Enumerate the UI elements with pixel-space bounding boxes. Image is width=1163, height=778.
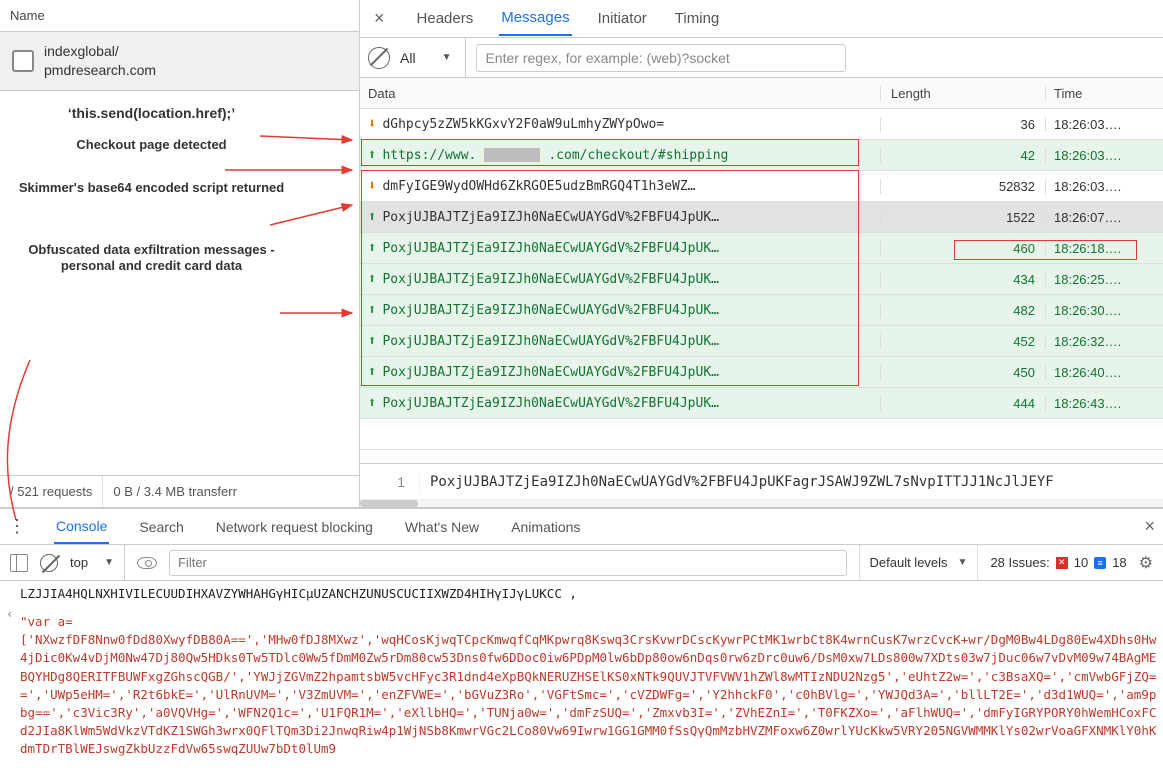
cell-time: 18:26:03…. <box>1045 148 1163 163</box>
drawer-close-icon[interactable]: × <box>1144 516 1155 537</box>
cell-length: 452 <box>880 334 1045 349</box>
messages-type-select[interactable]: All ▼ <box>400 38 466 77</box>
col-time[interactable]: Time <box>1045 86 1163 101</box>
cell-time: 18:26:03…. <box>1045 179 1163 194</box>
issues-errors: 10 <box>1074 555 1088 570</box>
request-label: indexglobal/ pmdresearch.com <box>44 42 156 80</box>
cell-length: 1522 <box>880 210 1045 225</box>
arrow-up-icon: ⬆ <box>368 303 376 317</box>
status-bar: / 521 requests 0 B / 3.4 MB transferr <box>0 475 359 507</box>
console-filter-input[interactable] <box>169 550 847 576</box>
log-level-select[interactable]: Default levels ▼ <box>859 545 979 580</box>
cell-length: 450 <box>880 365 1045 380</box>
drawer-tab-nrb[interactable]: Network request blocking <box>214 511 375 543</box>
arrow-up-icon: ⬆ <box>368 210 376 224</box>
annotation-4: Obfuscated data exfiltration messages - … <box>10 242 353 273</box>
table-row[interactable]: ⬆PoxjUJBAJTZjEa9IZJh0NaECwUAYGdV%2FBFU4J… <box>360 295 1163 326</box>
issues-label: 28 Issues: <box>990 555 1049 570</box>
cell-length: 36 <box>880 117 1045 132</box>
cell-length: 482 <box>880 303 1045 318</box>
cell-length: 444 <box>880 396 1045 411</box>
tab-initiator[interactable]: Initiator <box>596 2 649 35</box>
table-row[interactable]: ⬆PoxjUJBAJTZjEa9IZJh0NaECwUAYGdV%2FBFU4J… <box>360 357 1163 388</box>
console-body[interactable]: LZJJIA4HQLNXHIVILECUUDIHXAVZYWHAHGγHICμU… <box>0 581 1163 778</box>
table-row[interactable]: ⬇dmFyIGE9WydOWHd6ZkRGOE5udzBmRGQ4T1h3eWZ… <box>360 171 1163 202</box>
more-tools-icon[interactable]: ⋮ <box>8 516 26 537</box>
arrow-up-icon: ⬆ <box>368 148 376 162</box>
chevron-down-icon: ▼ <box>442 52 452 63</box>
cell-length: 460 <box>880 241 1045 256</box>
regex-filter-input[interactable] <box>476 44 846 72</box>
cell-time: 18:26:40…. <box>1045 365 1163 380</box>
console-code: "var a=['NXwzfDF8Nnw0fDd80XwyfDB80A==','… <box>20 613 1157 758</box>
cell-time: 18:26:03…. <box>1045 117 1163 132</box>
drawer-tab-search[interactable]: Search <box>137 511 185 543</box>
request-checkbox[interactable] <box>12 50 34 72</box>
table-row[interactable]: ⬆PoxjUJBAJTZjEa9IZJh0NaECwUAYGdV%2FBFU4J… <box>360 264 1163 295</box>
live-expression-icon[interactable] <box>137 557 157 569</box>
cell-time: 18:26:25…. <box>1045 272 1163 287</box>
name-column-header: Name <box>0 0 359 32</box>
console-sidebar-icon[interactable] <box>10 554 28 572</box>
cell-length: 42 <box>880 148 1045 163</box>
arrow-up-icon: ⬆ <box>368 365 376 379</box>
table-row[interactable]: ⬆PoxjUJBAJTZjEa9IZJh0NaECwUAYGdV%2FBFU4J… <box>360 388 1163 419</box>
detail-text: PoxjUJBAJTZjEa9IZJh0NaECwUAYGdV%2FBFU4Jp… <box>420 474 1163 490</box>
context-select[interactable]: top ▼ <box>70 545 125 580</box>
redacted-host <box>484 148 540 162</box>
arrow-down-icon: ⬇ <box>368 117 376 131</box>
table-row[interactable]: ⬆https://www..com/checkout/#shipping4218… <box>360 140 1163 171</box>
status-transfer: 0 B / 3.4 MB transferr <box>103 476 359 507</box>
issues-info: 18 <box>1112 555 1126 570</box>
annotation-2: Checkout page detected <box>10 137 353 153</box>
detail-line-number: 1 <box>360 474 420 490</box>
annotation-1: ‘this.send(location.href);’ <box>10 105 353 121</box>
table-row[interactable]: ⬇dGhpcy5zZW5kKGxvY2F0aW9uLmhyZWYpOwo=361… <box>360 109 1163 140</box>
request-row[interactable]: indexglobal/ pmdresearch.com <box>0 32 359 91</box>
arrow-up-icon: ⬆ <box>368 241 376 255</box>
gear-icon[interactable]: ⚙ <box>1139 553 1153 573</box>
col-data[interactable]: Data <box>360 86 880 101</box>
arrow-up-icon: ⬆ <box>368 272 376 286</box>
arrow-down-icon: ⬇ <box>368 179 376 193</box>
drawer-tab-console[interactable]: Console <box>54 510 109 544</box>
issues-counter[interactable]: 28 Issues: ✕ 10 ≡ 18 <box>990 555 1126 570</box>
horizontal-scrollbar[interactable] <box>360 499 1163 507</box>
tab-timing[interactable]: Timing <box>673 2 721 35</box>
info-badge-icon: ≡ <box>1094 557 1106 569</box>
status-requests: / 521 requests <box>0 476 103 507</box>
chevron-down-icon: ▼ <box>104 557 114 568</box>
close-icon[interactable]: × <box>368 8 391 29</box>
console-truncated-line: LZJJIA4HQLNXHIVILECUUDIHXAVZYWHAHGγHICμU… <box>20 585 1157 603</box>
levels-label: Default levels <box>870 555 948 570</box>
tab-messages[interactable]: Messages <box>499 1 571 36</box>
cell-length: 52832 <box>880 179 1045 194</box>
clear-icon[interactable] <box>368 47 390 69</box>
drawer-tab-animations[interactable]: Animations <box>509 511 582 543</box>
error-badge-icon: ✕ <box>1056 557 1068 569</box>
cell-length: 434 <box>880 272 1045 287</box>
table-row[interactable]: ⬆PoxjUJBAJTZjEa9IZJh0NaECwUAYGdV%2FBFU4J… <box>360 326 1163 357</box>
table-row[interactable]: ⬆PoxjUJBAJTZjEa9IZJh0NaECwUAYGdV%2FBFU4J… <box>360 202 1163 233</box>
col-length[interactable]: Length <box>880 86 1045 101</box>
cell-time: 18:26:18…. <box>1045 241 1163 256</box>
table-row[interactable]: ⬆PoxjUJBAJTZjEa9IZJh0NaECwUAYGdV%2FBFU4J… <box>360 233 1163 264</box>
annotation-block: ‘this.send(location.href);’ Checkout pag… <box>0 91 359 475</box>
clear-console-icon[interactable] <box>40 554 58 572</box>
all-label: All <box>400 50 416 66</box>
annotation-3: Skimmer's base64 encoded script returned <box>10 180 353 196</box>
cell-time: 18:26:30…. <box>1045 303 1163 318</box>
expand-icon[interactable]: ‹ <box>6 605 14 623</box>
cell-time: 18:26:07…. <box>1045 210 1163 225</box>
cell-time: 18:26:32…. <box>1045 334 1163 349</box>
arrow-up-icon: ⬆ <box>368 334 376 348</box>
chevron-down-icon: ▼ <box>958 557 968 568</box>
drawer-tab-whatsnew[interactable]: What's New <box>403 511 481 543</box>
tab-headers[interactable]: Headers <box>415 2 476 35</box>
cell-time: 18:26:43…. <box>1045 396 1163 411</box>
context-label: top <box>70 555 88 570</box>
arrow-up-icon: ⬆ <box>368 396 376 410</box>
